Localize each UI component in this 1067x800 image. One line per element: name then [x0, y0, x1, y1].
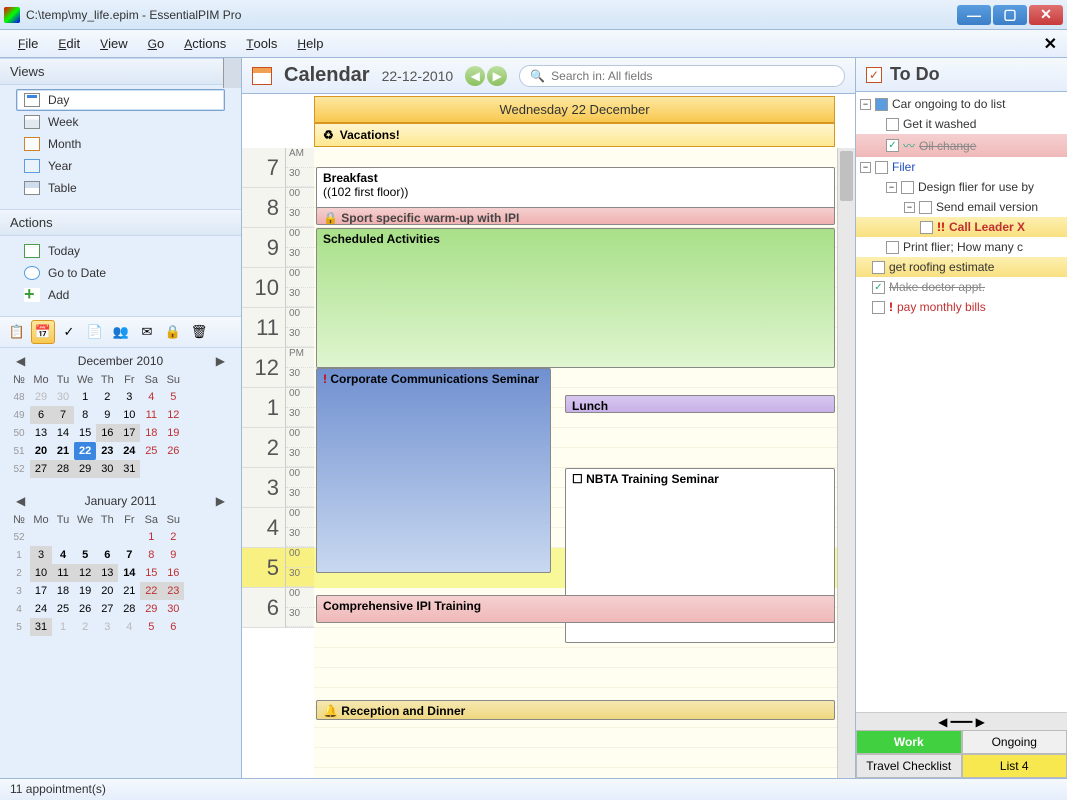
- minimize-button[interactable]: —: [957, 5, 991, 25]
- cal-next-button[interactable]: ▶: [487, 66, 507, 86]
- status-bar: 11 appointment(s): [0, 778, 1067, 800]
- tab-list4[interactable]: List 4: [962, 754, 1067, 778]
- add-icon: +: [24, 288, 40, 302]
- minical-jan-next[interactable]: ▶: [210, 494, 231, 508]
- menu-close-icon[interactable]: ✕: [1044, 34, 1057, 54]
- todo-title: To Do: [890, 64, 940, 85]
- app-icon: [4, 7, 20, 23]
- tool-3[interactable]: ✓: [57, 320, 81, 344]
- event-sport[interactable]: 🔒 Sport specific warm-up with IPI: [316, 207, 835, 225]
- today-icon: [24, 244, 40, 258]
- close-button[interactable]: ✕: [1029, 5, 1063, 25]
- action-today[interactable]: Today: [16, 240, 225, 262]
- menu-view[interactable]: View: [90, 32, 138, 55]
- event-scheduled[interactable]: Scheduled Activities: [316, 228, 835, 368]
- menu-tools[interactable]: Tools: [236, 32, 287, 55]
- calendar-title: Calendar: [284, 64, 370, 87]
- event-breakfast[interactable]: Breakfast ((102 first floor)): [316, 167, 835, 211]
- todo-call[interactable]: !!Call Leader X: [856, 217, 1067, 237]
- search-box[interactable]: 🔍: [519, 65, 845, 87]
- maximize-button[interactable]: ▢: [993, 5, 1027, 25]
- todo-washed[interactable]: Get it washed: [856, 114, 1067, 134]
- tool-calendar[interactable]: 📅: [31, 320, 55, 344]
- event-reception[interactable]: 🔔 Reception and Dinner: [316, 700, 835, 720]
- tool-8[interactable]: 🗑: [187, 320, 211, 344]
- event-comprehensive[interactable]: Comprehensive IPI Training: [316, 595, 835, 623]
- day-header: Wednesday 22 December: [314, 96, 835, 123]
- minical-dec-title: December 2010: [78, 354, 163, 368]
- minical-jan-title: January 2011: [85, 494, 157, 508]
- event-lunch[interactable]: Lunch: [565, 395, 835, 413]
- tool-7[interactable]: 🔒: [161, 320, 185, 344]
- view-week[interactable]: Week: [16, 111, 225, 133]
- view-year[interactable]: Year: [16, 155, 225, 177]
- week-icon: [24, 115, 40, 129]
- tab-ongoing[interactable]: Ongoing: [962, 730, 1067, 754]
- todo-filer[interactable]: −Filer: [856, 157, 1067, 177]
- minical-prev[interactable]: ◀: [10, 354, 31, 368]
- action-goto[interactable]: Go to Date: [16, 262, 225, 284]
- view-table[interactable]: Table: [16, 177, 225, 199]
- calendar-date: 22-12-2010: [382, 68, 454, 84]
- tool-4[interactable]: 📄: [83, 320, 107, 344]
- calendar-vscroll[interactable]: [837, 148, 855, 778]
- day-icon: [24, 93, 40, 107]
- cal-prev-button[interactable]: ◀: [465, 66, 485, 86]
- minical-next[interactable]: ▶: [210, 354, 231, 368]
- menu-help[interactable]: Help: [287, 32, 333, 55]
- window-title: C:\temp\my_life.epim - EssentialPIM Pro: [26, 8, 957, 22]
- todo-car[interactable]: −Car ongoing to do list: [856, 94, 1067, 114]
- tab-work[interactable]: Work: [856, 730, 962, 754]
- todo-hscroll[interactable]: ◀ ━━━ ▶: [856, 712, 1067, 730]
- tab-travel[interactable]: Travel Checklist: [856, 754, 962, 778]
- todo-doctor[interactable]: Make doctor appt.: [856, 277, 1067, 297]
- sidebar-scroll[interactable]: [223, 58, 241, 88]
- menu-edit[interactable]: Edit: [48, 32, 90, 55]
- table-icon: [24, 181, 40, 195]
- todo-design[interactable]: −Design flier for use by: [856, 177, 1067, 197]
- menu-actions[interactable]: Actions: [174, 32, 236, 55]
- view-month[interactable]: Month: [16, 133, 225, 155]
- tool-1[interactable]: 📋: [5, 320, 29, 344]
- todo-icon: ✓: [866, 67, 882, 83]
- event-corporate[interactable]: ! Corporate Communications Seminar: [316, 368, 551, 573]
- todo-bills[interactable]: !pay monthly bills: [856, 297, 1067, 317]
- todo-roof[interactable]: get roofing estimate: [856, 257, 1067, 277]
- menu-file[interactable]: File: [8, 32, 48, 55]
- todo-oil[interactable]: 〰Oil change: [856, 134, 1067, 157]
- actions-header: Actions: [0, 209, 241, 236]
- todo-send[interactable]: −Send email version: [856, 197, 1067, 217]
- search-icon: 🔍: [530, 69, 545, 83]
- goto-icon: [24, 266, 40, 280]
- calendar-icon: [252, 67, 272, 85]
- todo-print[interactable]: Print flier; How many c: [856, 237, 1067, 257]
- action-add[interactable]: +Add: [16, 284, 225, 306]
- menu-go[interactable]: Go: [138, 32, 175, 55]
- views-header: Views: [0, 58, 241, 85]
- tool-5[interactable]: 👥: [109, 320, 133, 344]
- year-icon: [24, 159, 40, 173]
- allday-event[interactable]: ♻ Vacations!: [314, 123, 835, 147]
- search-input[interactable]: [551, 69, 834, 83]
- month-icon: [24, 137, 40, 151]
- recurring-icon: ♻: [323, 128, 334, 142]
- view-day[interactable]: Day: [16, 89, 225, 111]
- tool-6[interactable]: ✉: [135, 320, 159, 344]
- minical-jan-prev[interactable]: ◀: [10, 494, 31, 508]
